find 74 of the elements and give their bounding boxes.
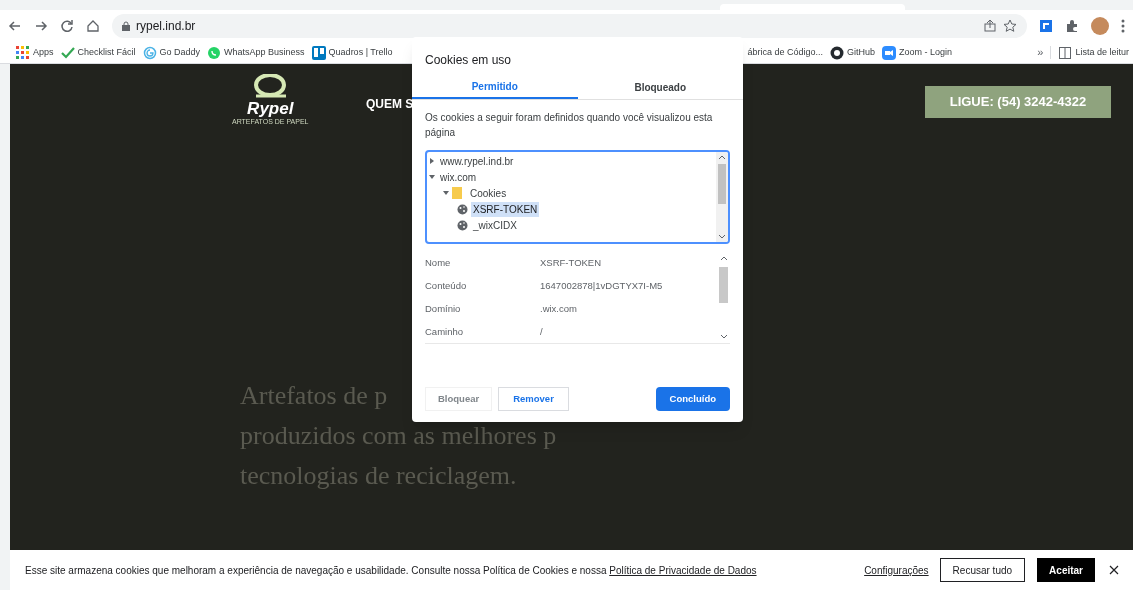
- folder-icon: [452, 187, 462, 199]
- dialog-tab[interactable]: Permitido: [412, 75, 578, 99]
- expanded-triangle-icon[interactable]: [443, 190, 449, 196]
- detail-label: Caminho: [425, 324, 465, 339]
- cookie-tree[interactable]: www.rypel.ind.br wix.com Cookies XSRF-TOKEN _wixCIDX: [425, 150, 730, 244]
- tree-item[interactable]: _wixCIDX: [471, 217, 519, 233]
- star-icon[interactable]: [1003, 19, 1017, 33]
- back-icon[interactable]: [8, 19, 22, 33]
- scroll-up-icon[interactable]: [720, 256, 728, 261]
- dialog-button[interactable]: Bloquear: [425, 387, 493, 411]
- reload-icon[interactable]: [60, 19, 74, 33]
- hero-text: tecnologias de reciclagem.: [240, 460, 517, 492]
- dialog-title: Cookies em uso: [424, 52, 513, 69]
- scroll-down-icon[interactable]: [720, 334, 728, 339]
- tree-item[interactable]: Cookies: [468, 185, 509, 201]
- privacy-policy-link[interactable]: Política de Privacidade de Dados: [609, 564, 757, 576]
- detail-value: .wix.com: [540, 301, 577, 316]
- scrollbar-thumb[interactable]: [719, 267, 728, 303]
- detail-label: Conteúdo: [425, 279, 468, 293]
- hero-text: produzidos com as melhores p: [240, 420, 557, 452]
- bookmark-link[interactable]: WhatsApp Business: [207, 45, 305, 60]
- logo-emblem-icon: [252, 74, 289, 100]
- bookmark-link[interactable]: Apps: [16, 45, 54, 60]
- avatar-icon[interactable]: [1091, 17, 1109, 35]
- puzzle-icon[interactable]: [1065, 19, 1079, 33]
- bookmark-link[interactable]: ábrica de Código...: [747, 45, 824, 60]
- home-icon[interactable]: [86, 19, 100, 33]
- detail-label: Nome: [425, 256, 452, 271]
- scrollbar-thumb[interactable]: [718, 164, 726, 204]
- checkmark-icon: [60, 45, 75, 60]
- share-icon[interactable]: [983, 19, 997, 33]
- chat-bubble-icon: [207, 45, 222, 60]
- tree-item[interactable]: www.rypel.ind.br: [438, 153, 516, 169]
- swirl-icon: [142, 45, 157, 60]
- bookmark-link[interactable]: GitHub: [830, 45, 876, 60]
- detail-value: 1647002878|1vDGTYX7I-M5: [540, 279, 663, 293]
- scroll-up-icon[interactable]: [718, 155, 726, 160]
- collapsed-triangle-icon[interactable]: [429, 158, 435, 164]
- reading-list-icon: [1059, 46, 1072, 59]
- lock-icon: [122, 21, 130, 31]
- expanded-triangle-icon[interactable]: [429, 174, 435, 180]
- url-text: rypel.ind.br: [136, 18, 196, 35]
- bookmark-link[interactable]: Quadros | Trello: [311, 45, 393, 60]
- cookie-icon: [457, 203, 468, 215]
- more-bookmarks-button[interactable]: »: [1037, 44, 1044, 61]
- tree-item[interactable]: wix.com: [438, 169, 479, 185]
- forward-icon[interactable]: [34, 19, 48, 33]
- extension-icon[interactable]: [1039, 19, 1053, 33]
- dialog-button[interactable]: Concluído: [655, 387, 730, 411]
- settings-link[interactable]: Configurações: [864, 562, 929, 578]
- detail-label: Domínio: [425, 301, 462, 316]
- dialog-tab[interactable]: Bloqueado: [577, 75, 743, 99]
- reading-list-button[interactable]: Lista de leitur: [1050, 45, 1129, 60]
- accept-button[interactable]: Aceitar: [1037, 558, 1095, 582]
- board-icon: [311, 45, 326, 60]
- logo-wordmark: Rypel: [247, 100, 294, 117]
- dialog-button[interactable]: Remover: [498, 387, 569, 411]
- detail-value: XSRF-TOKEN: [540, 256, 602, 271]
- address-bar[interactable]: rypel.ind.br: [112, 14, 1027, 38]
- video-camera-icon: [882, 45, 897, 60]
- bookmark-link[interactable]: Checklist Fácil: [60, 45, 136, 60]
- cookie-notice: Esse site armazena cookies que melhoram a experiência de navegação e usabilidade. Consulte nossa Política de Cookies e nossa Política de Privacidade de Dados: [25, 563, 757, 578]
- tree-item[interactable]: XSRF-TOKEN: [471, 201, 540, 217]
- hero-text: Artefatos de p: [240, 380, 388, 412]
- apps-grid-icon: [16, 45, 30, 60]
- reject-all-button[interactable]: Recusar tudo: [939, 558, 1026, 582]
- bookmark-link[interactable]: Zoom - Login: [882, 45, 953, 60]
- cookie-icon: [457, 219, 468, 231]
- menu-icon[interactable]: [1121, 19, 1125, 33]
- detail-value: /: [540, 324, 543, 339]
- dialog-description: Os cookies a seguir foram definidos quando você visualizou esta página: [424, 111, 714, 140]
- scroll-down-icon[interactable]: [718, 234, 726, 239]
- bookmark-link[interactable]: Go Daddy: [142, 45, 201, 60]
- close-icon[interactable]: [1109, 565, 1119, 575]
